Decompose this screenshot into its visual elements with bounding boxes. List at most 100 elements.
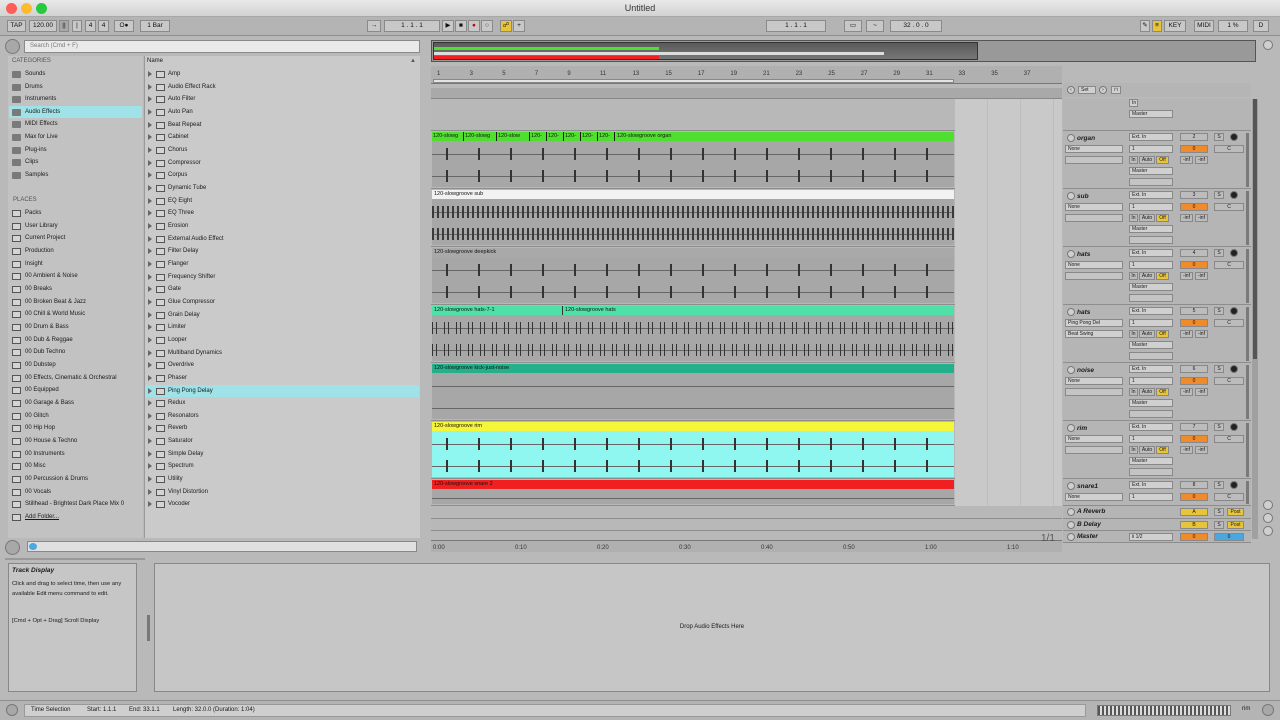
fx-slot[interactable] bbox=[1065, 214, 1123, 222]
audio-clip[interactable]: 120-slowgroove hats-7-1 120-slowgroove ha… bbox=[432, 306, 954, 361]
monitor-in-button[interactable]: In bbox=[1129, 272, 1138, 280]
arm-icon[interactable] bbox=[1230, 481, 1238, 489]
track-number[interactable]: 4 bbox=[1180, 249, 1208, 257]
monitor-auto-button[interactable]: Auto bbox=[1139, 388, 1155, 396]
track-number[interactable]: 6 bbox=[1180, 365, 1208, 373]
expand-icon[interactable] bbox=[148, 273, 152, 280]
input-channel-menu[interactable]: 1 bbox=[1129, 377, 1173, 385]
effect-item[interactable]: Overdrive bbox=[145, 359, 419, 371]
effect-item[interactable]: Compressor bbox=[145, 157, 419, 169]
output-menu[interactable]: Master bbox=[1129, 457, 1173, 465]
audio-clip[interactable]: 120-slowgroove snare 2 bbox=[432, 480, 954, 504]
place-item[interactable]: 00 Dub Techno bbox=[9, 346, 142, 358]
input-channel-menu[interactable]: 1 bbox=[1129, 493, 1173, 501]
next-locator-icon[interactable]: › bbox=[1099, 86, 1107, 94]
return-activator[interactable]: B bbox=[1180, 520, 1208, 529]
track-name[interactable]: hats bbox=[1077, 251, 1090, 258]
pan-field[interactable]: C bbox=[1214, 203, 1244, 211]
monitor-auto-button[interactable]: Auto bbox=[1139, 272, 1155, 280]
effect-item[interactable]: Amp bbox=[145, 68, 419, 80]
monitor-off-button[interactable]: Off bbox=[1156, 156, 1169, 164]
monitor-in-button[interactable]: In bbox=[1129, 330, 1138, 338]
expand-icon[interactable] bbox=[148, 438, 152, 445]
monitor-in-button[interactable]: In bbox=[1129, 214, 1138, 222]
fold-track-icon[interactable] bbox=[1067, 424, 1075, 432]
post-button[interactable]: Post bbox=[1227, 508, 1244, 516]
monitor-auto-button[interactable]: Auto bbox=[1139, 446, 1155, 454]
clip-header[interactable]: 120-slowgroove snare 2 bbox=[432, 480, 954, 489]
return-lane[interactable] bbox=[431, 518, 1062, 531]
volume-field[interactable]: 0 bbox=[1180, 319, 1208, 327]
lock-icon[interactable]: ⊓ bbox=[1111, 86, 1121, 94]
effect-item[interactable]: Vocoder bbox=[145, 498, 419, 510]
midi-button[interactable]: MIDI bbox=[1194, 20, 1214, 32]
place-item[interactable]: 00 Glitch bbox=[9, 410, 142, 422]
expand-icon[interactable] bbox=[148, 476, 152, 483]
expand-icon[interactable] bbox=[148, 184, 152, 191]
tempo-field[interactable]: 120.00 bbox=[29, 20, 57, 32]
input-type-menu[interactable]: Ext. In bbox=[1129, 423, 1173, 431]
fold-track-icon[interactable] bbox=[1067, 366, 1075, 374]
expand-icon[interactable] bbox=[148, 210, 152, 217]
effect-item[interactable]: Filter Delay bbox=[145, 245, 419, 257]
in-button[interactable]: In bbox=[1129, 99, 1138, 107]
place-item[interactable]: 00 Drum & Bass bbox=[9, 321, 142, 333]
solo-button[interactable]: S bbox=[1214, 365, 1224, 373]
pan-field[interactable]: C bbox=[1214, 377, 1244, 385]
output-channel-menu[interactable] bbox=[1129, 294, 1173, 302]
output-menu[interactable]: Master bbox=[1129, 110, 1173, 118]
input-channel-menu[interactable]: 1 bbox=[1129, 203, 1173, 211]
expand-icon[interactable] bbox=[148, 108, 152, 115]
arrangement-overview[interactable] bbox=[431, 40, 1256, 62]
audio-clip[interactable]: 120-slowg 120-slowg 120-slow 120- 120- 120- 12… bbox=[432, 132, 954, 187]
effect-item[interactable]: Ping Pong Delay bbox=[145, 384, 419, 397]
clip-header[interactable]: 120-slowg 120-slowg 120-slow 120- 120- 120- 12… bbox=[432, 132, 954, 141]
clip-header[interactable]: 120-slowgroove deepkick bbox=[432, 248, 954, 257]
loop-brace[interactable] bbox=[433, 79, 954, 83]
return-name[interactable]: A Reverb bbox=[1077, 508, 1105, 515]
effect-item[interactable]: Phaser bbox=[145, 372, 419, 384]
effect-item[interactable]: Redux bbox=[145, 397, 419, 409]
category-item[interactable]: Instruments bbox=[9, 93, 142, 105]
arm-icon[interactable] bbox=[1230, 133, 1238, 141]
track-number[interactable]: 8 bbox=[1180, 481, 1208, 489]
monitor-auto-button[interactable]: Auto bbox=[1139, 156, 1155, 164]
solo-button[interactable]: S bbox=[1214, 191, 1224, 199]
volume-field[interactable]: 0 bbox=[1180, 261, 1208, 269]
info-toggle-icon[interactable] bbox=[6, 704, 18, 716]
overdub-icon[interactable]: ○ bbox=[481, 20, 493, 32]
sig-denominator[interactable]: 4 bbox=[98, 20, 109, 32]
fx-slot[interactable] bbox=[1065, 388, 1123, 396]
master-output-menu[interactable]: ii 1/2 bbox=[1129, 533, 1173, 541]
fx-menu[interactable]: Ping Pong Del bbox=[1065, 319, 1123, 327]
return-activator[interactable]: A bbox=[1180, 508, 1208, 516]
place-item[interactable]: 00 Breaks bbox=[9, 283, 142, 295]
output-channel-menu[interactable] bbox=[1129, 178, 1173, 186]
volume-field[interactable]: 0 bbox=[1180, 145, 1208, 153]
fold-track-icon[interactable] bbox=[1067, 482, 1075, 490]
track-name[interactable]: sub bbox=[1077, 193, 1089, 200]
key-map-icon[interactable]: ≡ bbox=[1152, 20, 1162, 32]
monitor-off-button[interactable]: Off bbox=[1156, 330, 1169, 338]
input-channel-menu[interactable]: 1 bbox=[1129, 435, 1173, 443]
fx-menu[interactable]: None bbox=[1065, 261, 1123, 269]
expand-icon[interactable] bbox=[148, 159, 152, 166]
track-number[interactable]: 2 bbox=[1180, 133, 1208, 141]
monitor-off-button[interactable]: Off bbox=[1156, 446, 1169, 454]
effect-item[interactable]: Cabinet bbox=[145, 131, 419, 143]
category-item[interactable]: Drums bbox=[9, 81, 142, 93]
arm-icon[interactable] bbox=[1230, 365, 1238, 373]
fx-menu[interactable]: None bbox=[1065, 145, 1123, 153]
expand-icon[interactable] bbox=[148, 324, 152, 331]
stop-icon[interactable]: ■ bbox=[455, 20, 467, 32]
place-item[interactable]: Packs bbox=[9, 207, 142, 219]
clip-header[interactable]: 120-slowgroove rim bbox=[432, 422, 954, 431]
expand-icon[interactable] bbox=[148, 425, 152, 432]
return-lane[interactable] bbox=[431, 506, 1062, 519]
fx-slot[interactable] bbox=[1065, 156, 1123, 164]
pan-field[interactable]: C bbox=[1214, 435, 1244, 443]
monitor-off-button[interactable]: Off bbox=[1156, 214, 1169, 222]
place-item[interactable]: 00 Broken Beat & Jazz bbox=[9, 296, 142, 308]
loop-start[interactable]: 1 . 1 . 1 bbox=[766, 20, 826, 32]
record-icon[interactable]: ● bbox=[468, 20, 480, 32]
